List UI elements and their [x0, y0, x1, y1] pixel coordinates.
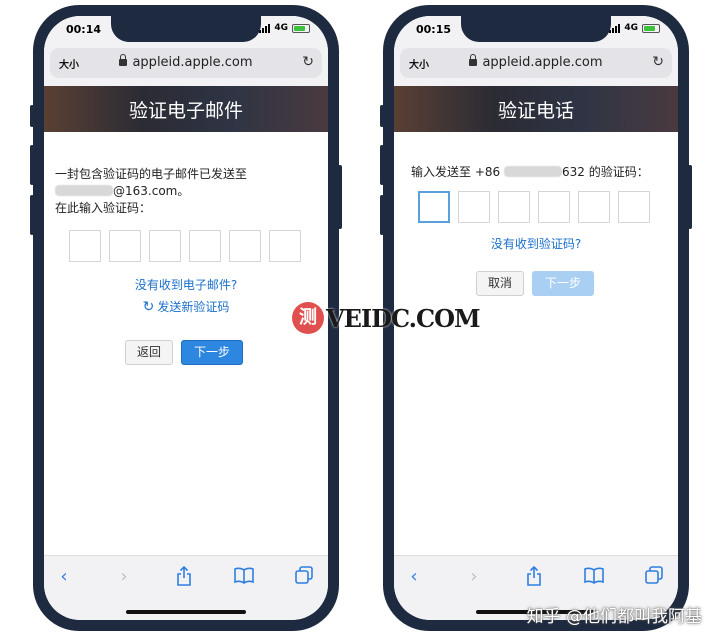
resend-label: 发送新验证码 — [157, 300, 230, 314]
tabs-icon[interactable] — [292, 566, 316, 590]
network-label: 4G — [624, 23, 638, 33]
prompt-suffix: 632 的验证码： — [561, 165, 649, 179]
code-digit-input[interactable] — [189, 230, 221, 262]
volume-up-button — [30, 145, 34, 185]
sent-message: 一封包含验证码的电子邮件已发送至 @163.com。 在此输入验证码： — [55, 166, 247, 217]
reload-icon[interactable]: ↻ — [302, 54, 314, 70]
url-text: appleid.apple.com — [482, 55, 603, 70]
bookmarks-icon[interactable] — [232, 566, 256, 590]
watermark-text: VEIDC.COM — [326, 303, 481, 333]
notch — [111, 16, 261, 42]
power-button — [338, 165, 342, 229]
redacted-email — [55, 185, 113, 196]
code-prompt: 输入发送至 +86 632 的验证码： — [411, 164, 649, 181]
lock-icon — [119, 54, 128, 66]
code-digit-input[interactable] — [538, 191, 570, 223]
url-field[interactable]: 大小 appleid.apple.com ↻ — [50, 48, 322, 78]
share-icon[interactable] — [172, 566, 196, 590]
code-digit-input[interactable] — [418, 191, 450, 223]
code-digit-input[interactable] — [269, 230, 301, 262]
code-digit-input[interactable] — [109, 230, 141, 262]
page-content: 一封包含验证码的电子邮件已发送至 @163.com。 在此输入验证码： 没有收到… — [44, 132, 328, 556]
no-email-link[interactable]: 没有收到电子邮件? — [44, 276, 328, 293]
volume-up-button — [380, 145, 384, 185]
refresh-icon: ↻ — [142, 298, 155, 315]
email-suffix: @163.com。 — [113, 184, 190, 198]
code-digit-input[interactable] — [229, 230, 261, 262]
page-title: 验证电子邮件 — [128, 100, 243, 122]
code-digit-input[interactable] — [618, 191, 650, 223]
reload-icon[interactable]: ↻ — [652, 54, 664, 70]
status-indicators: 4G — [609, 23, 660, 33]
tabs-icon[interactable] — [642, 566, 666, 590]
page-content: 输入发送至 +86 632 的验证码： 没有收到验证码? 取消 下一步 — [394, 132, 678, 556]
code-digit-input[interactable] — [498, 191, 530, 223]
code-prompt: 在此输入验证码： — [55, 201, 152, 215]
power-button — [688, 165, 692, 229]
back-button[interactable]: 返回 — [125, 340, 173, 365]
notch — [461, 16, 611, 42]
next-button[interactable]: 下一步 — [532, 271, 594, 296]
author-credit: 知乎 @他们都叫我阿基 — [526, 607, 702, 627]
status-time: 00:15 — [416, 23, 452, 36]
no-code-link[interactable]: 没有收到验证码? — [394, 235, 678, 252]
resend-code-link[interactable]: ↻ 发送新验证码 — [44, 298, 328, 315]
back-arrow-icon[interactable]: ‹ — [402, 566, 426, 590]
volume-down-button — [30, 195, 34, 235]
status-indicators: 4G — [259, 23, 310, 33]
mute-switch — [380, 105, 384, 127]
url-field[interactable]: 大小 appleid.apple.com ↻ — [400, 48, 672, 78]
status-time: 00:14 — [66, 23, 102, 36]
battery-icon — [292, 23, 310, 33]
mute-switch — [30, 105, 34, 127]
url-text: appleid.apple.com — [132, 55, 253, 70]
signal-icon — [259, 23, 271, 33]
sent-message-line1: 一封包含验证码的电子邮件已发送至 — [55, 167, 248, 181]
bookmarks-icon[interactable] — [582, 566, 606, 590]
next-button[interactable]: 下一步 — [181, 340, 243, 365]
screen: 00:14 4G 大小 appleid.apple.com ↻ 验证电子邮件 一… — [44, 16, 328, 620]
prompt-prefix: 输入发送至 +86 — [411, 165, 501, 179]
page-banner: 验证电话 — [394, 86, 678, 132]
volume-down-button — [380, 195, 384, 235]
address-bar: 大小 appleid.apple.com ↻ — [394, 44, 678, 87]
code-digit-input[interactable] — [578, 191, 610, 223]
forward-arrow-icon[interactable]: › — [462, 566, 486, 590]
page-banner: 验证电子邮件 — [44, 86, 328, 132]
code-input-group — [69, 230, 301, 262]
page-title: 验证电话 — [497, 100, 574, 122]
watermark-badge: 测 — [292, 302, 324, 334]
share-icon[interactable] — [522, 566, 546, 590]
code-digit-input[interactable] — [458, 191, 490, 223]
network-label: 4G — [274, 23, 288, 33]
signal-icon — [609, 23, 621, 33]
forward-arrow-icon[interactable]: › — [112, 566, 136, 590]
back-arrow-icon[interactable]: ‹ — [52, 566, 76, 590]
address-bar: 大小 appleid.apple.com ↻ — [44, 44, 328, 87]
battery-icon — [642, 23, 660, 33]
site-watermark: 测 VEIDC.COM — [292, 302, 481, 334]
home-indicator — [126, 610, 246, 614]
safari-toolbar: ‹ › — [44, 555, 328, 620]
code-digit-input[interactable] — [149, 230, 181, 262]
lock-icon — [469, 54, 478, 66]
code-input-group — [418, 191, 650, 223]
cancel-button[interactable]: 取消 — [476, 271, 524, 296]
code-digit-input[interactable] — [69, 230, 101, 262]
redacted-phone — [503, 166, 562, 177]
